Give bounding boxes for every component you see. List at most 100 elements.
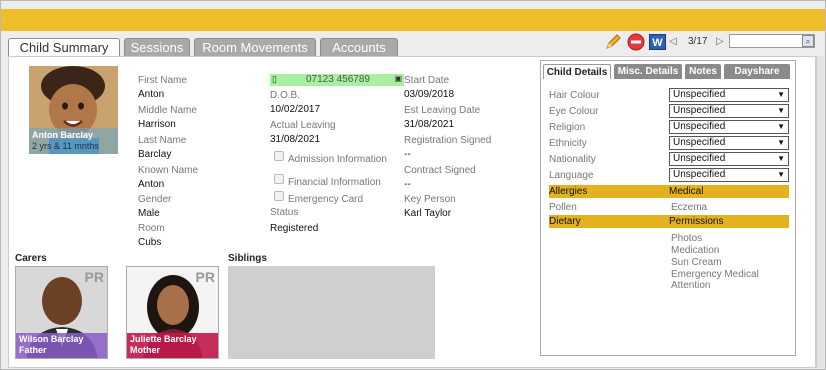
eye-colour-value: Unspecified [673,105,726,116]
est-leaving-label: Est Leaving Date [404,105,481,116]
word-document-icon[interactable]: W [649,34,666,50]
medical-item: Eczema [671,202,708,213]
key-person-value: Karl Taylor [404,208,452,219]
nationality-select[interactable]: Unspecified ▼ [669,152,789,166]
mother-pr-badge: PR [195,269,215,285]
nationality-label: Nationality [549,154,596,165]
carer-card-mother[interactable]: PR Juliette Barclay Mother [126,266,219,359]
edit-pencil-icon[interactable] [604,33,622,51]
first-name-value: Anton [138,89,165,100]
start-date-label: Start Date [404,75,450,86]
language-label: Language [549,170,594,181]
delete-icon[interactable] [627,33,645,51]
contract-value: -- [404,179,411,190]
permission-item: Photos [671,233,703,244]
ethnicity-label: Ethnicity [549,138,587,149]
language-value: Unspecified [673,169,726,180]
financial-label: Financial Information [288,177,381,188]
tab-misc-details[interactable]: Misc. Details [614,64,682,79]
carers-heading: Carers [15,253,47,264]
admission-label: Admission Information [288,154,387,165]
father-name: Wilson Barclay [19,334,84,344]
top-banner [1,9,825,31]
hair-colour-select[interactable]: Unspecified ▼ [669,88,789,102]
tab-room-movements[interactable]: Room Movements [194,38,316,56]
contract-label: Contract Signed [404,165,476,176]
nationality-value: Unspecified [673,153,726,164]
father-relation: Father [19,345,47,355]
chevron-down-icon: ▼ [777,154,785,163]
ethnicity-select[interactable]: Unspecified ▼ [669,136,789,150]
registration-label: Registration Signed [404,135,492,146]
mother-name: Juliette Barclay [130,334,197,344]
tab-sessions[interactable]: Sessions [124,38,190,56]
first-name-label: First Name [138,75,187,86]
financial-checkbox[interactable] [274,174,284,184]
status-label: Status [270,207,299,218]
religion-label: Religion [549,122,586,133]
mother-relation: Mother [130,345,160,355]
allergies-medical-band: Allergies Medical [549,185,789,198]
room-value: Cubs [138,237,162,248]
gender-value: Male [138,208,160,219]
middle-name-value: Harrison [138,119,176,130]
record-position: 3/17 [688,36,708,47]
start-date-value: 03/09/2018 [404,89,455,100]
child-photo-name: Anton Barclay [32,130,94,140]
tab-child-summary[interactable]: Child Summary [8,38,120,57]
allergy-item: Pollen [549,202,577,213]
tab-dayshare[interactable]: Dayshare [724,64,790,79]
previous-arrow-icon[interactable]: ◁ [669,36,677,47]
actual-leaving-value: 31/08/2021 [270,134,321,145]
tab-notes[interactable]: Notes [685,64,721,79]
language-select[interactable]: Unspecified ▼ [669,168,789,182]
actual-leaving-label: Actual Leaving [270,120,336,131]
permission-item: Medication [671,245,720,256]
room-label: Room [138,223,165,234]
religion-select[interactable]: Unspecified ▼ [669,120,789,134]
middle-name-label: Middle Name [138,105,197,116]
dietary-permissions-band: Dietary Permissions [549,215,789,228]
chevron-down-icon: ▼ [777,138,785,147]
carer-card-father[interactable]: PR Wilson Barclay Father [15,266,108,359]
key-person-label: Key Person [404,194,456,205]
child-photo-caption: Anton Barclay 2 yrs & 11 mnths [29,128,118,154]
tab-child-details[interactable]: Child Details [543,64,611,79]
father-caption: Wilson Barclay Father [16,333,107,358]
gender-label: Gender [138,194,172,205]
known-name-label: Known Name [138,165,199,176]
emergency-checkbox[interactable] [274,191,284,201]
vertical-scrollbar[interactable] [816,56,824,368]
est-leaving-value: 31/08/2021 [404,119,455,130]
siblings-heading: Siblings [228,253,267,264]
known-name-value: Anton [138,179,165,190]
registration-value: -- [404,149,411,160]
religion-value: Unspecified [673,121,726,132]
tab-accounts[interactable]: Accounts [320,38,398,56]
hair-colour-value: Unspecified [673,89,726,100]
emergency-label: Emergency Card [288,194,364,205]
child-photo[interactable]: Anton Barclay 2 yrs & 11 mnths [29,66,118,154]
chevron-down-icon: ▼ [777,122,785,131]
chevron-down-icon: ▼ [777,90,785,99]
hair-colour-label: Hair Colour [549,90,600,101]
status-value: Registered [270,223,319,234]
phone-bar[interactable]: ▯ 07123 456789 ▣ [270,74,404,86]
chevron-down-icon: ▼ [777,170,785,179]
permission-item: Sun Cream [671,257,722,268]
dob-value: 10/02/2017 [270,104,321,115]
admission-checkbox[interactable] [274,151,284,161]
medical-heading: Medical [669,186,704,197]
child-photo-age: 2 yrs & 11 mnths [32,141,99,151]
permission-item: Emergency Medical Attention [671,269,759,291]
ethnicity-value: Unspecified [673,137,726,148]
next-arrow-icon[interactable]: ▷ [716,36,724,47]
last-name-value: Barclay [138,149,172,160]
phone-action-icon[interactable]: ▣ [394,74,402,83]
siblings-panel [228,266,435,359]
details-panel: Child Details Misc. Details Notes Daysha… [540,60,796,356]
mother-caption: Juliette Barclay Mother [127,333,218,358]
mobile-phone-icon: ▯ [272,74,277,84]
search-icon[interactable]: ⌕ [802,35,814,47]
eye-colour-select[interactable]: Unspecified ▼ [669,104,789,118]
